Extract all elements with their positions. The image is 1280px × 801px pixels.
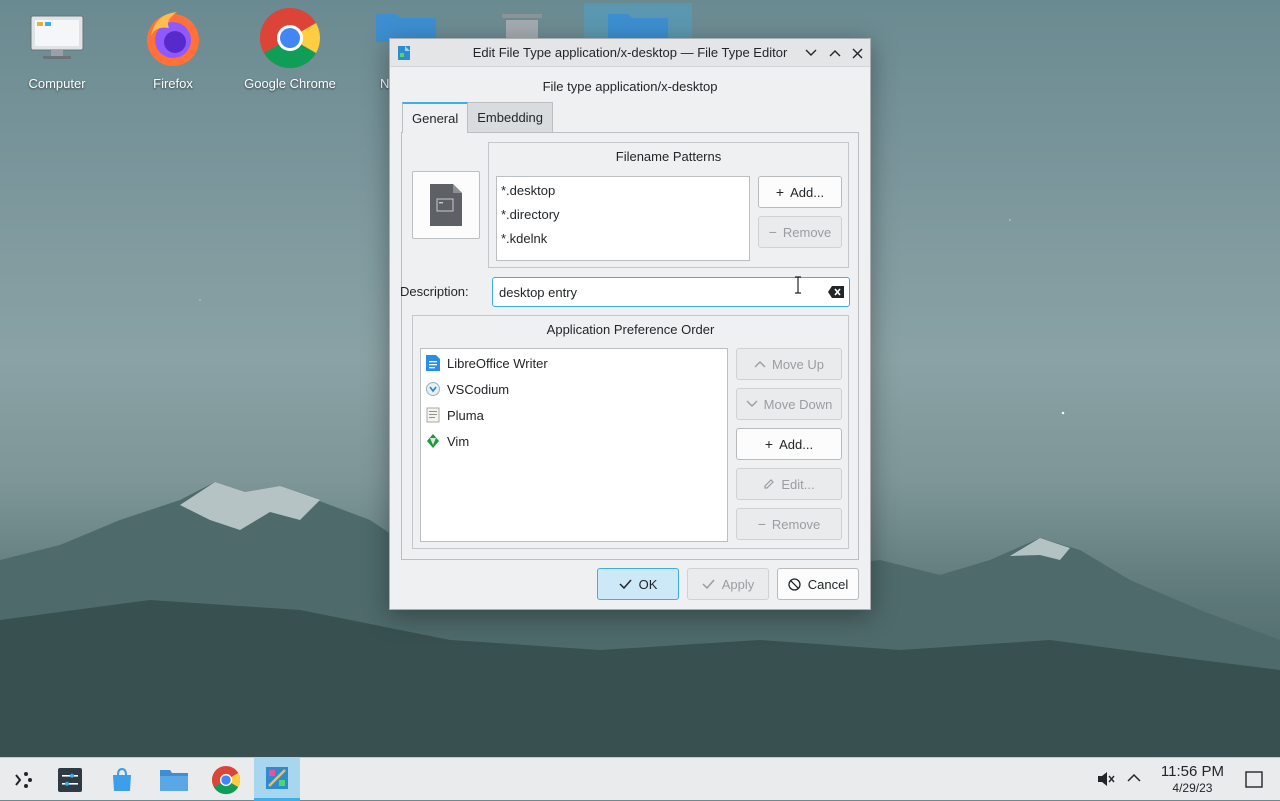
title-bar[interactable]: Edit File Type application/x-desktop — F… — [390, 39, 870, 67]
chrome-icon — [258, 6, 322, 70]
application-preference-title: Application Preference Order — [546, 322, 715, 337]
taskbar-file-type-editor[interactable] — [254, 758, 300, 801]
general-tab-panel: Filename Patterns *.desktop *.directory … — [400, 132, 859, 560]
remove-pattern-button[interactable]: − Remove — [758, 216, 842, 248]
apply-button[interactable]: Apply — [687, 568, 769, 600]
remove-application-button[interactable]: − Remove — [736, 508, 842, 540]
chevron-down-icon — [746, 400, 758, 407]
folder-icon — [160, 769, 188, 791]
filename-patterns-group: Filename Patterns *.desktop *.directory … — [488, 142, 849, 268]
minimize-button[interactable] — [802, 44, 820, 62]
plus-icon: + — [764, 436, 774, 452]
document-icon — [430, 184, 462, 226]
list-item-pluma[interactable]: Pluma — [421, 402, 727, 428]
taskbar-system-settings[interactable] — [47, 758, 93, 801]
list-item[interactable]: *.desktop — [497, 178, 749, 202]
application-list[interactable]: LibreOffice Writer VSCodium Pluma Vim — [420, 348, 728, 542]
close-icon — [852, 48, 862, 58]
tab-general[interactable]: General — [402, 102, 469, 133]
clock-date: 4/29/23 — [1172, 781, 1213, 795]
text-cursor-icon — [795, 276, 801, 294]
add-pattern-button[interactable]: + Add... — [758, 176, 842, 208]
chevron-down-icon — [805, 49, 817, 56]
folder-icon — [608, 14, 668, 38]
ok-button[interactable]: OK — [597, 568, 679, 600]
file-type-editor-icon — [398, 46, 410, 60]
pluma-icon — [426, 407, 440, 423]
move-up-button[interactable]: Move Up — [736, 348, 842, 380]
minus-icon: − — [768, 224, 777, 240]
desktop-icon-firefox[interactable]: Firefox — [123, 6, 223, 91]
checkmark-icon — [619, 579, 632, 589]
filename-patterns-list[interactable]: *.desktop *.directory *.kdelnk — [496, 176, 750, 261]
pencil-icon — [764, 479, 775, 489]
taskbar: 11:56 PM 4/29/23 — [0, 757, 1280, 801]
dialog-subtitle: File type application/x-desktop — [542, 79, 718, 94]
list-item-libreoffice-writer[interactable]: LibreOffice Writer — [421, 350, 727, 376]
checkmark-icon — [702, 579, 715, 589]
maximize-button[interactable] — [826, 44, 844, 62]
desktop-icon-label: Google Chrome — [244, 76, 336, 91]
list-item-vscodium[interactable]: VSCodium — [421, 376, 727, 402]
plus-icon: + — [775, 184, 785, 200]
list-item[interactable]: *.directory — [497, 202, 749, 226]
chrome-icon — [211, 765, 241, 794]
clear-text-icon[interactable] — [827, 285, 845, 299]
window-title: Edit File Type application/x-desktop — F… — [472, 45, 788, 60]
cancel-button[interactable]: Cancel — [777, 568, 859, 600]
shopping-bag-icon — [113, 767, 131, 791]
application-launcher-button[interactable] — [0, 758, 46, 801]
desktop-icon-selected-folder[interactable] — [584, 3, 692, 38]
tab-bar: General Embedding — [402, 102, 554, 133]
file-type-icon-button[interactable] — [412, 171, 480, 239]
cancel-icon — [788, 577, 801, 591]
show-desktop-icon[interactable] — [1245, 771, 1263, 788]
chevron-up-icon[interactable] — [1127, 773, 1141, 783]
vim-icon — [427, 434, 439, 448]
chevron-up-icon — [754, 361, 766, 368]
file-type-editor-dialog: Edit File Type application/x-desktop — F… — [389, 38, 871, 610]
volume-muted-icon[interactable] — [1096, 770, 1116, 788]
application-preference-group: Application Preference Order LibreOffice… — [412, 315, 849, 549]
chevron-up-icon — [829, 50, 841, 57]
vscodium-icon — [426, 382, 440, 396]
taskbar-google-chrome[interactable] — [203, 758, 249, 801]
settings-icon — [58, 767, 82, 792]
taskbar-dolphin[interactable] — [151, 758, 197, 801]
close-button[interactable] — [848, 44, 866, 62]
clock-time: 11:56 PM — [1160, 763, 1224, 780]
list-item[interactable]: *.kdelnk — [497, 226, 749, 250]
move-down-button[interactable]: Move Down — [736, 388, 842, 420]
filename-patterns-title: Filename Patterns — [615, 149, 722, 164]
add-application-button[interactable]: + Add... — [736, 428, 842, 460]
list-item-vim[interactable]: Vim — [421, 428, 727, 454]
tab-embedding[interactable]: Embedding — [468, 102, 554, 132]
minus-icon: − — [757, 516, 766, 532]
file-type-editor-icon — [266, 767, 288, 789]
desktop-icon-label: Computer — [28, 76, 86, 91]
desktop-icon-label: Firefox — [153, 76, 193, 91]
digital-clock[interactable]: 11:56 PM 4/29/23 — [1161, 763, 1224, 797]
libreoffice-writer-icon — [426, 355, 440, 371]
launcher-icon — [15, 771, 32, 788]
computer-icon — [25, 6, 89, 70]
firefox-icon — [141, 6, 205, 70]
desktop-icon-computer[interactable]: Computer — [7, 6, 107, 91]
description-label: Description: — [400, 284, 469, 299]
taskbar-discover[interactable] — [99, 758, 145, 801]
description-input[interactable] — [493, 278, 813, 306]
desktop-icon-google-chrome[interactable]: Google Chrome — [240, 6, 340, 91]
edit-application-button[interactable]: Edit... — [736, 468, 842, 500]
